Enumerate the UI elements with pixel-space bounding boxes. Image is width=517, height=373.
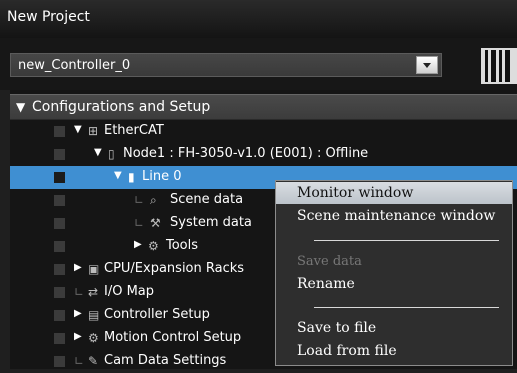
title-bar: New Project	[0, 0, 517, 38]
ethercat-icon: ⊞	[88, 124, 99, 138]
menu-item-label: Save to file	[297, 320, 377, 336]
tree-connector-icon: ∟	[134, 216, 145, 230]
controller-setup-icon: ▤	[88, 308, 100, 322]
window-title: New Project	[7, 9, 90, 25]
status-square	[54, 264, 65, 275]
tree-item-ethercat[interactable]: ▼ ⊞ EtherCAT	[10, 120, 517, 143]
tree-item-label: EtherCAT	[104, 123, 164, 138]
menu-item-label: Monitor window	[297, 185, 414, 201]
menu-item-load-from-file[interactable]: Load from file	[276, 340, 512, 362]
cam-data-icon: ✎	[88, 354, 99, 368]
menu-item-label: Save data	[297, 254, 362, 269]
controller-select[interactable]: new_Controller_0	[10, 53, 442, 77]
tree-item-label: I/O Map	[104, 284, 155, 299]
menu-item-scene-maintenance-window[interactable]: Scene maintenance window	[276, 205, 512, 227]
status-square	[54, 126, 65, 137]
context-menu: Monitor window Scene maintenance window …	[275, 180, 513, 366]
tree-connector-icon: ∟	[74, 354, 85, 368]
status-square	[54, 195, 65, 206]
tree-connector-icon: ∟	[74, 285, 85, 299]
line-icon: ▮	[128, 170, 135, 184]
tree-item-label: Motion Control Setup	[104, 330, 242, 345]
tree-item-node1[interactable]: ▼ ▯ Node1 : FH-3050-v1.0 (E001) : Offlin…	[10, 143, 517, 166]
device-icon: ▯	[108, 147, 115, 161]
tree-item-label: System data	[170, 215, 252, 230]
expand-triangle-icon[interactable]: ▼	[114, 170, 122, 181]
collapse-triangle-icon[interactable]: ▶	[134, 239, 142, 250]
collapse-triangle-icon[interactable]: ▶	[74, 308, 82, 319]
configurations-setup-header[interactable]: ▼ Configurations and Setup	[10, 94, 517, 120]
dropdown-arrow-icon[interactable]	[416, 56, 438, 74]
menu-item-monitor-window[interactable]: Monitor window	[276, 182, 512, 204]
menu-item-label: Load from file	[297, 343, 397, 359]
status-square	[54, 310, 65, 321]
menu-separator	[314, 240, 499, 241]
tree-item-label: Tools	[166, 238, 199, 253]
controller-bar: new_Controller_0	[0, 38, 517, 90]
tree-item-label: Scene data	[170, 192, 244, 207]
expand-triangle-icon[interactable]: ▼	[16, 100, 25, 114]
group-label: Configurations and Setup	[32, 99, 211, 115]
menu-item-save-data: Save data	[276, 251, 512, 273]
menu-item-label: Rename	[297, 276, 355, 292]
collapse-triangle-icon[interactable]: ▶	[74, 262, 82, 273]
tree-item-label: Controller Setup	[104, 307, 210, 322]
status-square	[54, 172, 65, 183]
menu-separator	[314, 307, 499, 308]
io-map-icon: ⇄	[88, 285, 99, 299]
motion-gear-icon: ⚙	[88, 331, 99, 345]
tree-item-label: CPU/Expansion Racks	[104, 261, 245, 276]
status-square	[54, 287, 65, 298]
tree-item-label: Cam Data Settings	[104, 353, 227, 368]
wrench-icon: ⚒	[150, 216, 161, 230]
controller-device-icon[interactable]	[481, 48, 517, 84]
tree-item-label: Line 0	[142, 169, 182, 184]
tree-connector-icon: ∟	[134, 193, 145, 207]
status-square	[54, 241, 65, 252]
expand-triangle-icon[interactable]: ▼	[74, 124, 82, 135]
menu-item-label: Scene maintenance window	[297, 208, 496, 224]
status-square	[54, 149, 65, 160]
tree-item-label: Node1 : FH-3050-v1.0 (E001) : Offline	[123, 146, 369, 161]
rack-icon: ▣	[88, 262, 100, 276]
status-square	[54, 356, 65, 367]
controller-select-value: new_Controller_0	[18, 58, 131, 73]
status-square	[54, 333, 65, 344]
menu-item-rename[interactable]: Rename	[276, 273, 512, 295]
tools-icon: ⚙	[148, 239, 159, 253]
scene-data-icon: ⌕	[150, 193, 157, 207]
expand-triangle-icon[interactable]: ▼	[94, 147, 102, 158]
collapse-triangle-icon[interactable]: ▶	[74, 331, 82, 342]
status-square	[54, 218, 65, 229]
menu-item-save-to-file[interactable]: Save to file	[276, 317, 512, 339]
